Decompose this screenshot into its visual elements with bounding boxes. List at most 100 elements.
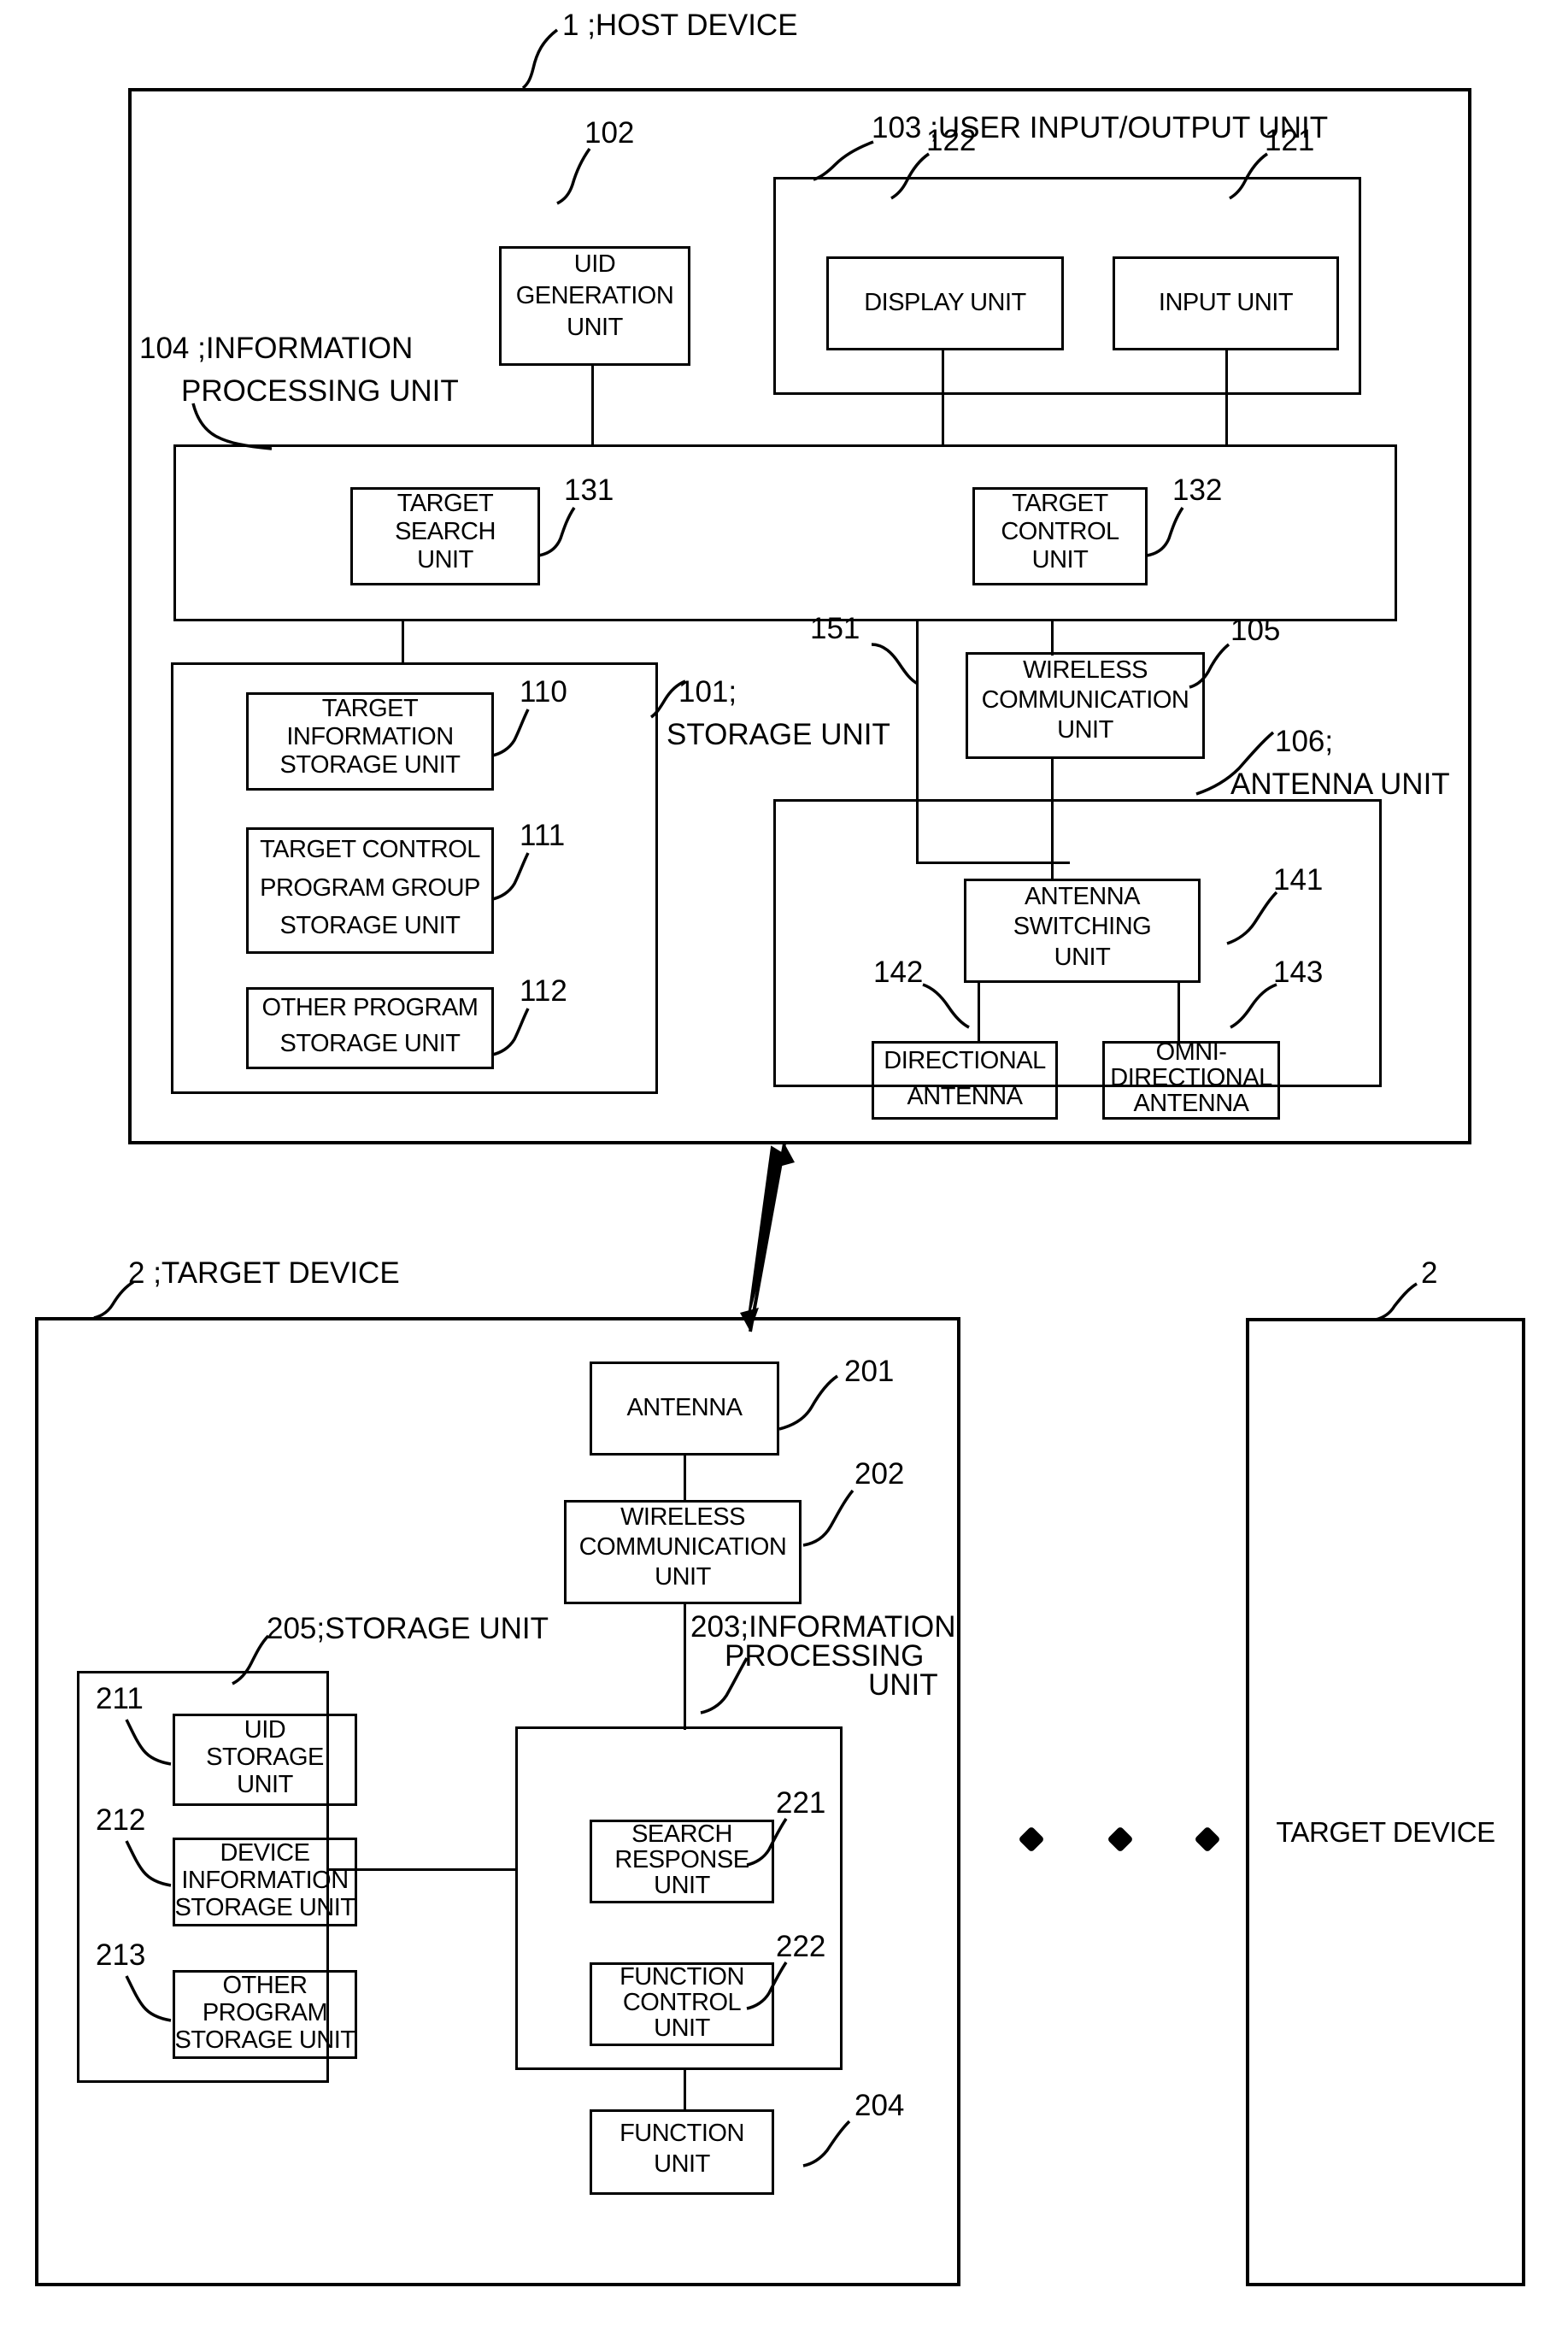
input-unit-connector xyxy=(1225,350,1228,446)
uid-generation-unit-label-line3: UNIT xyxy=(567,314,623,342)
display-unit-label: DISPLAY UNIT xyxy=(864,289,1026,317)
target-search-unit-label-line3: UNIT xyxy=(417,546,473,574)
target-information-storage-unit-ref: 110 xyxy=(520,675,567,709)
uid-generation-unit-connector xyxy=(591,366,594,446)
directional-antenna-ref: 142 xyxy=(873,956,924,989)
antenna-switch-to-omni-connector xyxy=(1177,983,1180,1041)
information-processing-unit-ref-label2: PROCESSING UNIT xyxy=(181,374,459,408)
uid-storage-unit-ref: 211 xyxy=(96,1682,144,1715)
input-unit-ref: 121 xyxy=(1265,124,1315,157)
target-other-program-storage-unit-label-line1: OTHER xyxy=(222,1972,308,2000)
target-search-unit-label-line1: TARGET xyxy=(396,490,494,518)
uid-storage-unit-label-line2: STORAGE xyxy=(206,1744,324,1772)
information-processing-unit-ref-label: 104 ;INFORMATION xyxy=(139,332,414,365)
search-response-unit-label-line1: SEARCH xyxy=(631,1820,732,1849)
bus-ref: 151 xyxy=(810,612,860,645)
target-storage-to-ipu-connector xyxy=(329,1868,515,1871)
wireless-communication-unit-label-line2: COMMUNICATION xyxy=(981,686,1189,715)
target-wireless-communication-unit-label-line2: COMMUNICATION xyxy=(578,1533,787,1561)
target-information-storage-unit-label-line3: STORAGE UNIT xyxy=(279,751,461,779)
target-search-unit-ref: 131 xyxy=(564,473,614,507)
omni-directional-antenna-ref: 143 xyxy=(1273,956,1324,989)
uid-generation-unit-ref: 102 xyxy=(584,116,635,150)
target-antenna-label: ANTENNA xyxy=(626,1394,743,1422)
target-device-right-label: TARGET DEVICE xyxy=(1276,1816,1495,1849)
device-information-storage-unit-ref: 212 xyxy=(96,1803,146,1837)
target-antenna-ref: 201 xyxy=(844,1355,895,1388)
antenna-switch-to-directional-connector xyxy=(978,983,980,1041)
function-control-unit-ref: 222 xyxy=(776,1930,826,1963)
function-control-unit-label-line2: CONTROL xyxy=(622,1989,742,2017)
target-device-ref-label: 2 ;TARGET DEVICE xyxy=(128,1256,400,1290)
display-unit-connector xyxy=(942,350,944,446)
directional-antenna-label-line1: DIRECTIONAL xyxy=(884,1047,1046,1075)
target-information-storage-unit-label-line2: INFORMATION xyxy=(286,723,454,751)
target-control-program-group-storage-unit-label-line2: PROGRAM GROUP xyxy=(260,874,480,903)
target-other-program-storage-unit-label-line3: STORAGE UNIT xyxy=(174,2026,356,2055)
target-storage-unit-ref-label: 205;STORAGE UNIT xyxy=(267,1612,549,1645)
target-control-unit-label-line1: TARGET xyxy=(1012,490,1108,518)
antenna-switching-unit-label-line2: SWITCHING xyxy=(1013,913,1152,941)
directional-antenna-label-line2: ANTENNA xyxy=(907,1083,1023,1111)
wireless-communication-unit-ref: 105 xyxy=(1230,614,1281,647)
omni-directional-antenna-label-line1: OMNI- xyxy=(1155,1038,1227,1067)
target-information-storage-unit-label-line1: TARGET xyxy=(321,695,419,723)
antenna-switching-unit-label-line3: UNIT xyxy=(1054,944,1111,972)
target-wireless-communication-unit-label-line3: UNIT xyxy=(655,1563,711,1591)
omni-directional-antenna-label-line3: ANTENNA xyxy=(1133,1090,1249,1118)
ellipsis-dot-2 xyxy=(1107,1826,1134,1853)
function-control-unit-label-line3: UNIT xyxy=(654,2014,710,2043)
patent-figure-canvas: 1 ;HOST DEVICE 103 ;USER INPUT/OUTPUT UN… xyxy=(0,0,1568,2329)
uid-storage-unit-label-line1: UID xyxy=(244,1716,286,1744)
antenna-unit-ref-label2: ANTENNA UNIT xyxy=(1230,768,1450,801)
uid-generation-unit-label-line1: UID xyxy=(573,250,616,279)
ipu-to-function-unit-connector xyxy=(684,2070,686,2111)
target-antenna-connector xyxy=(684,1456,686,1501)
input-unit-label: INPUT UNIT xyxy=(1158,289,1294,317)
function-control-unit-label-line1: FUNCTION xyxy=(620,1963,744,1991)
target-wireless-communication-unit-ref: 202 xyxy=(854,1457,905,1491)
target-control-unit-label-line2: CONTROL xyxy=(1001,518,1119,546)
display-unit-ref: 122 xyxy=(926,124,977,157)
host-device-ref-label: 1 ;HOST DEVICE xyxy=(562,9,798,42)
wireless-communication-unit-label-line1: WIRELESS xyxy=(1023,656,1148,685)
omni-directional-antenna-label-line2: DIRECTIONAL xyxy=(1110,1064,1272,1092)
wireless-communication-unit-top-connector xyxy=(1051,621,1054,656)
other-program-storage-unit-label-line1: OTHER PROGRAM xyxy=(261,994,479,1022)
search-response-unit-label-line3: UNIT xyxy=(654,1872,710,1900)
target-device-right-box xyxy=(1246,1318,1525,2286)
uid-generation-unit-label-line2: GENERATION xyxy=(515,282,674,310)
uid-storage-unit-label-line3: UNIT xyxy=(237,1771,293,1799)
ellipsis-dot-1 xyxy=(1018,1826,1045,1853)
storage-unit-ref-label2: STORAGE UNIT xyxy=(667,718,890,751)
storage-unit-ref-label: 101; xyxy=(678,675,737,709)
other-program-storage-unit-label-line2: STORAGE UNIT xyxy=(279,1030,461,1058)
target-wireless-to-ipu-connector xyxy=(684,1604,686,1730)
search-response-unit-ref: 221 xyxy=(776,1786,826,1820)
ellipsis-dot-3 xyxy=(1194,1826,1221,1853)
target-control-program-group-storage-unit-ref: 111 xyxy=(520,819,566,852)
target-search-unit-label-line2: SEARCH xyxy=(395,518,496,546)
antenna-unit-ref-label: 106; xyxy=(1275,725,1334,758)
target-other-program-storage-unit-label-line2: PROGRAM xyxy=(202,1999,328,2027)
target-other-program-storage-unit-ref: 213 xyxy=(96,1938,146,1972)
antenna-switching-unit-ref: 141 xyxy=(1273,863,1324,897)
device-information-storage-unit-label-line1: DEVICE xyxy=(220,1839,310,1867)
target-wireless-communication-unit-label-line1: WIRELESS xyxy=(620,1503,745,1532)
storage-unit-connector xyxy=(402,621,404,664)
target-control-unit-ref: 132 xyxy=(1172,473,1223,507)
search-response-unit-label-line2: RESPONSE xyxy=(614,1846,749,1874)
target-device-right-ref: 2 xyxy=(1421,1256,1438,1290)
wireless-link-arrow-icon xyxy=(740,1143,795,1332)
function-unit-ref: 204 xyxy=(854,2089,905,2122)
target-ipu-ref-label3: UNIT xyxy=(868,1668,938,1702)
device-information-storage-unit-label-line2: INFORMATION xyxy=(181,1867,349,1895)
target-control-program-group-storage-unit-label-line3: STORAGE UNIT xyxy=(279,912,461,940)
function-unit-label-line2: UNIT xyxy=(654,2150,710,2179)
other-program-storage-unit-ref: 112 xyxy=(520,974,567,1008)
antenna-switching-unit-label-line1: ANTENNA xyxy=(1024,883,1141,911)
wireless-communication-unit-label-line3: UNIT xyxy=(1057,716,1113,744)
target-control-program-group-storage-unit-label-line1: TARGET CONTROL xyxy=(260,836,480,864)
function-unit-label-line1: FUNCTION xyxy=(620,2120,744,2148)
target-control-unit-label-line3: UNIT xyxy=(1031,546,1089,574)
